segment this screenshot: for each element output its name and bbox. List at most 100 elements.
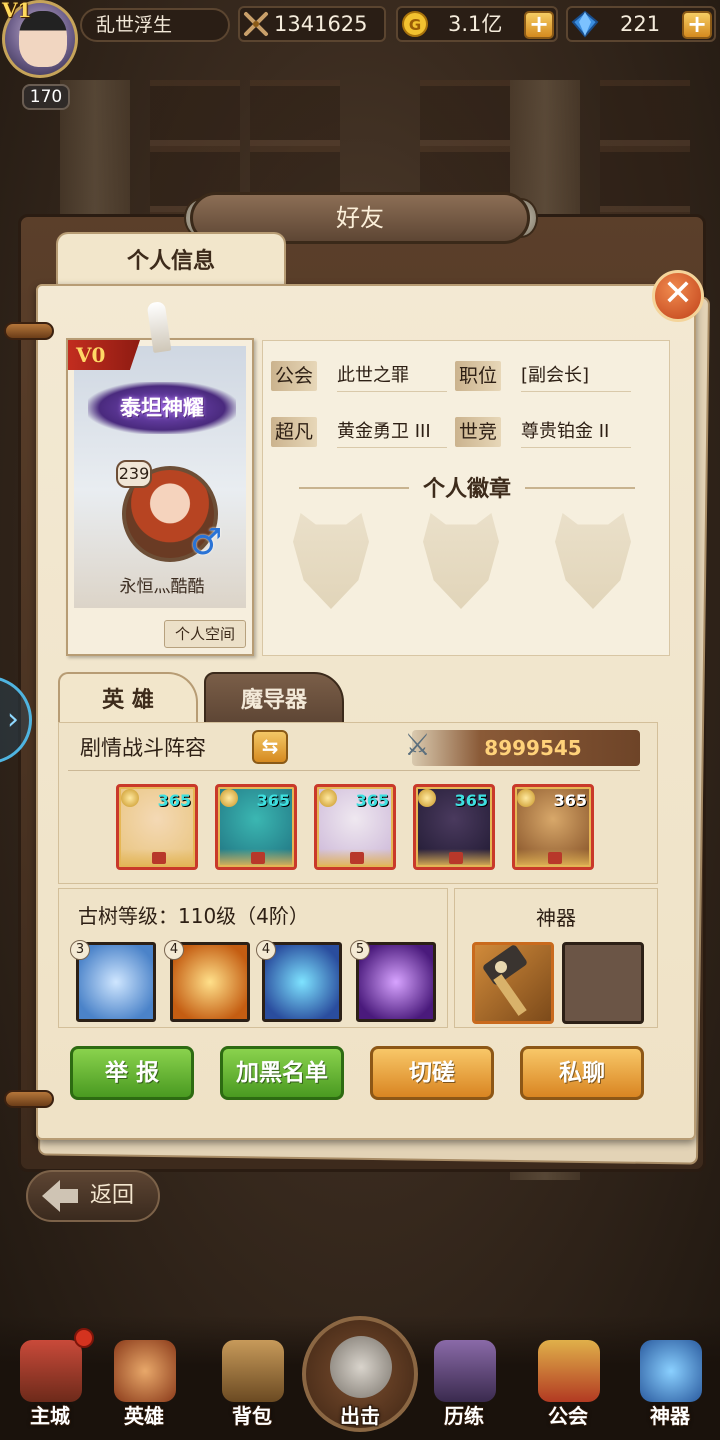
hero-icon <box>114 1340 176 1402</box>
nav-label: 出击 <box>340 1404 380 1428</box>
chat-button[interactable]: 私聊 <box>520 1046 644 1100</box>
castle-icon <box>20 1340 82 1402</box>
artifact-crystal-icon <box>640 1340 702 1402</box>
badge-section-title: 个人徽章 <box>422 477 511 502</box>
position-value: [副会长] <box>521 361 631 392</box>
hero-level: 365 <box>355 791 389 810</box>
add-gems-button[interactable]: + <box>682 11 712 39</box>
player-level: 170 <box>22 84 70 110</box>
star-rank-icon <box>449 852 463 864</box>
nav-item-3[interactable]: 出击 <box>314 1336 406 1436</box>
notification-dot <box>74 1328 94 1348</box>
nav-item-4[interactable]: 历练 <box>418 1336 510 1436</box>
skill-level-badge: 3 <box>70 940 90 960</box>
nav-item-2[interactable]: 背包 <box>206 1336 298 1436</box>
guild-shield-icon <box>538 1340 600 1402</box>
gold-display: G 3.1亿 + <box>396 6 558 42</box>
backpack-icon <box>222 1340 284 1402</box>
binder-ring <box>4 1090 54 1108</box>
report-button[interactable]: 举 报 <box>70 1046 194 1100</box>
player-avatar[interactable]: V1 170 <box>2 0 82 110</box>
hero-level: 365 <box>553 791 587 810</box>
arena-label: 世竞 <box>455 417 502 447</box>
male-icon: ♂ <box>190 522 223 563</box>
crossed-swords-icon: ⚔ <box>404 728 431 763</box>
arena-value: 尊贵铂金 II <box>521 417 631 448</box>
blue-gem-icon <box>570 10 600 38</box>
personal-space-button[interactable]: 个人空间 <box>164 620 246 648</box>
profile-card: 泰坦神耀 239 ♂ 永恒灬酷酷 V0 个人空间 <box>66 338 254 656</box>
hammer-icon <box>483 945 527 1016</box>
element-icon <box>220 789 238 807</box>
power-display: 1341625 <box>238 6 386 42</box>
top-bar: 乱世浮生 1341625 G 3.1亿 + 221 + <box>0 0 720 56</box>
nav-item-5[interactable]: 公会 <box>522 1336 614 1436</box>
blacklist-button[interactable]: 加黑名单 <box>220 1046 344 1100</box>
vip-level: V1 <box>2 0 32 22</box>
nav-item-6[interactable]: 神器 <box>624 1336 716 1436</box>
swap-lineup-button[interactable]: ⇆ <box>252 730 288 764</box>
lineup-power: 8999545 <box>484 736 582 760</box>
title-banner: 泰坦神耀 <box>88 382 236 434</box>
element-icon <box>121 789 139 807</box>
nav-item-1[interactable]: 英雄 <box>98 1336 190 1436</box>
nav-label: 英雄 <box>124 1404 164 1428</box>
binder-ring <box>4 322 54 340</box>
tower-icon <box>434 1340 496 1402</box>
nav-label: 主城 <box>30 1404 70 1428</box>
friend-level: 239 <box>116 460 152 488</box>
position-label: 职位 <box>455 361 502 391</box>
skill-level-badge: 4 <box>256 940 276 960</box>
element-icon <box>517 789 535 807</box>
nav-label: 公会 <box>548 1404 588 1428</box>
badge-slot-icon[interactable] <box>555 513 631 609</box>
badge-slot-icon[interactable] <box>293 513 369 609</box>
profile-background: 泰坦神耀 239 ♂ 永恒灬酷酷 <box>74 346 246 608</box>
star-rank-icon <box>152 852 166 864</box>
friend-name: 永恒灬酷酷 <box>119 577 205 597</box>
element-icon <box>418 789 436 807</box>
artifact-label: 神器 <box>536 906 576 930</box>
gem-display: 221 + <box>566 6 716 42</box>
artifact-slot-empty[interactable] <box>562 942 644 1024</box>
hero-card[interactable]: 365 <box>314 784 396 870</box>
hero-card[interactable]: 365 <box>116 784 198 870</box>
tab-personal-info[interactable]: 个人信息 <box>56 232 286 292</box>
gold-coin-icon: G <box>400 10 430 38</box>
guild-value: 此世之罪 <box>337 361 447 392</box>
hero-card[interactable]: 365 <box>215 784 297 870</box>
nav-label: 神器 <box>650 1404 690 1428</box>
power-value: 1341625 <box>274 12 368 36</box>
nav-label: 背包 <box>232 1404 272 1428</box>
spar-button[interactable]: 切磋 <box>370 1046 494 1100</box>
divider <box>68 770 640 771</box>
badge-slot-icon[interactable] <box>423 513 499 609</box>
tab-mage-device[interactable]: 魔导器 <box>204 672 344 726</box>
transcend-value: 黄金勇卫 III <box>337 417 447 448</box>
tree-level-label: 古树等级：110级（4阶） <box>78 904 309 928</box>
skill-level-badge: 4 <box>164 940 184 960</box>
artifact-slot-hammer[interactable] <box>472 942 554 1024</box>
hero-level: 365 <box>454 791 488 810</box>
add-gold-button[interactable]: + <box>524 11 554 39</box>
hero-card[interactable]: 365 <box>413 784 495 870</box>
crossed-swords-icon <box>242 10 272 38</box>
skill-level-badge: 5 <box>350 940 370 960</box>
transcend-label: 超凡 <box>271 417 318 447</box>
element-icon <box>319 789 337 807</box>
info-panel: 公会 此世之罪 职位 [副会长] 超凡 黄金勇卫 III 世竞 尊贵铂金 II … <box>262 340 670 656</box>
crossed-swords-icon <box>330 1336 392 1398</box>
nav-item-0[interactable]: 主城 <box>4 1336 96 1436</box>
hero-level: 365 <box>256 791 290 810</box>
player-name: 乱世浮生 <box>80 8 230 42</box>
hero-card[interactable]: 365 <box>512 784 594 870</box>
gem-value: 221 <box>620 12 661 36</box>
guild-label: 公会 <box>271 361 318 391</box>
tab-heroes[interactable]: 英 雄 <box>58 672 198 726</box>
star-rank-icon <box>350 852 364 864</box>
hero-level: 365 <box>157 791 191 810</box>
close-button[interactable]: ✕ <box>652 270 704 322</box>
svg-text:G: G <box>409 16 421 34</box>
star-rank-icon <box>251 852 265 864</box>
lineup-label: 剧情战斗阵容 <box>80 736 206 760</box>
